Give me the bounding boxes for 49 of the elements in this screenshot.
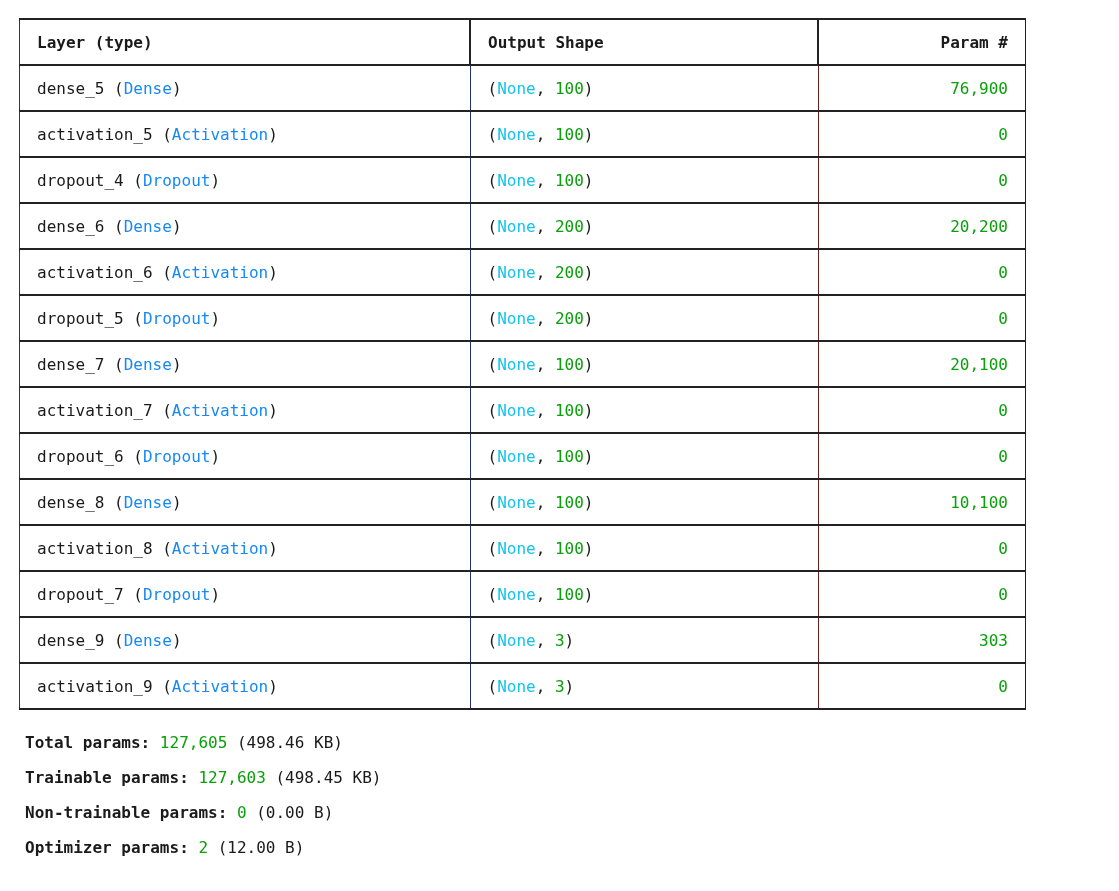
column-header: Param # (818, 19, 1026, 65)
layer-cell: activation_6 (Activation) (19, 249, 470, 295)
param-cell: 76,900 (818, 65, 1026, 111)
param-cell: 0 (818, 663, 1026, 709)
param-cell: 0 (818, 433, 1026, 479)
layer-cell: dense_6 (Dense) (19, 203, 470, 249)
layer-cell: activation_5 (Activation) (19, 111, 470, 157)
layer-cell: activation_8 (Activation) (19, 525, 470, 571)
param-cell: 0 (818, 295, 1026, 341)
shape-cell: (None, 200) (470, 295, 818, 341)
param-cell: 10,100 (818, 479, 1026, 525)
summary-line: Total params: 127,605 (498.46 KB) (25, 732, 344, 753)
summary-line: Optimizer params: 2 (12.00 B) (25, 837, 306, 858)
layer-cell: activation_9 (Activation) (19, 663, 470, 709)
layer-cell: dense_5 (Dense) (19, 65, 470, 111)
shape-cell: (None, 3) (470, 617, 818, 663)
param-cell: 0 (818, 525, 1026, 571)
layer-cell: dropout_6 (Dropout) (19, 433, 470, 479)
layer-cell: dropout_5 (Dropout) (19, 295, 470, 341)
param-cell: 303 (818, 617, 1026, 663)
layer-cell: dense_8 (Dense) (19, 479, 470, 525)
shape-cell: (None, 100) (470, 525, 818, 571)
column-header: Output Shape (470, 19, 818, 65)
shape-cell: (None, 100) (470, 571, 818, 617)
shape-cell: (None, 100) (470, 65, 818, 111)
shape-cell: (None, 100) (470, 433, 818, 479)
shape-cell: (None, 100) (470, 157, 818, 203)
summary-line: Non-trainable params: 0 (0.00 B) (25, 802, 335, 823)
param-cell: 0 (818, 157, 1026, 203)
shape-cell: (None, 100) (470, 387, 818, 433)
column-header: Layer (type) (19, 19, 470, 65)
param-cell: 20,200 (818, 203, 1026, 249)
layer-cell: activation_7 (Activation) (19, 387, 470, 433)
param-cell: 0 (818, 571, 1026, 617)
param-cell: 20,100 (818, 341, 1026, 387)
param-cell: 0 (818, 249, 1026, 295)
layer-cell: dense_9 (Dense) (19, 617, 470, 663)
shape-cell: (None, 100) (470, 111, 818, 157)
layer-cell: dense_7 (Dense) (19, 341, 470, 387)
shape-cell: (None, 200) (470, 203, 818, 249)
param-cell: 0 (818, 387, 1026, 433)
summary-line: Trainable params: 127,603 (498.45 KB) (25, 767, 383, 788)
shape-cell: (None, 200) (470, 249, 818, 295)
shape-cell: (None, 100) (470, 341, 818, 387)
param-cell: 0 (818, 111, 1026, 157)
shape-cell: (None, 100) (470, 479, 818, 525)
layer-cell: dropout_4 (Dropout) (19, 157, 470, 203)
shape-cell: (None, 3) (470, 663, 818, 709)
layer-cell: dropout_7 (Dropout) (19, 571, 470, 617)
